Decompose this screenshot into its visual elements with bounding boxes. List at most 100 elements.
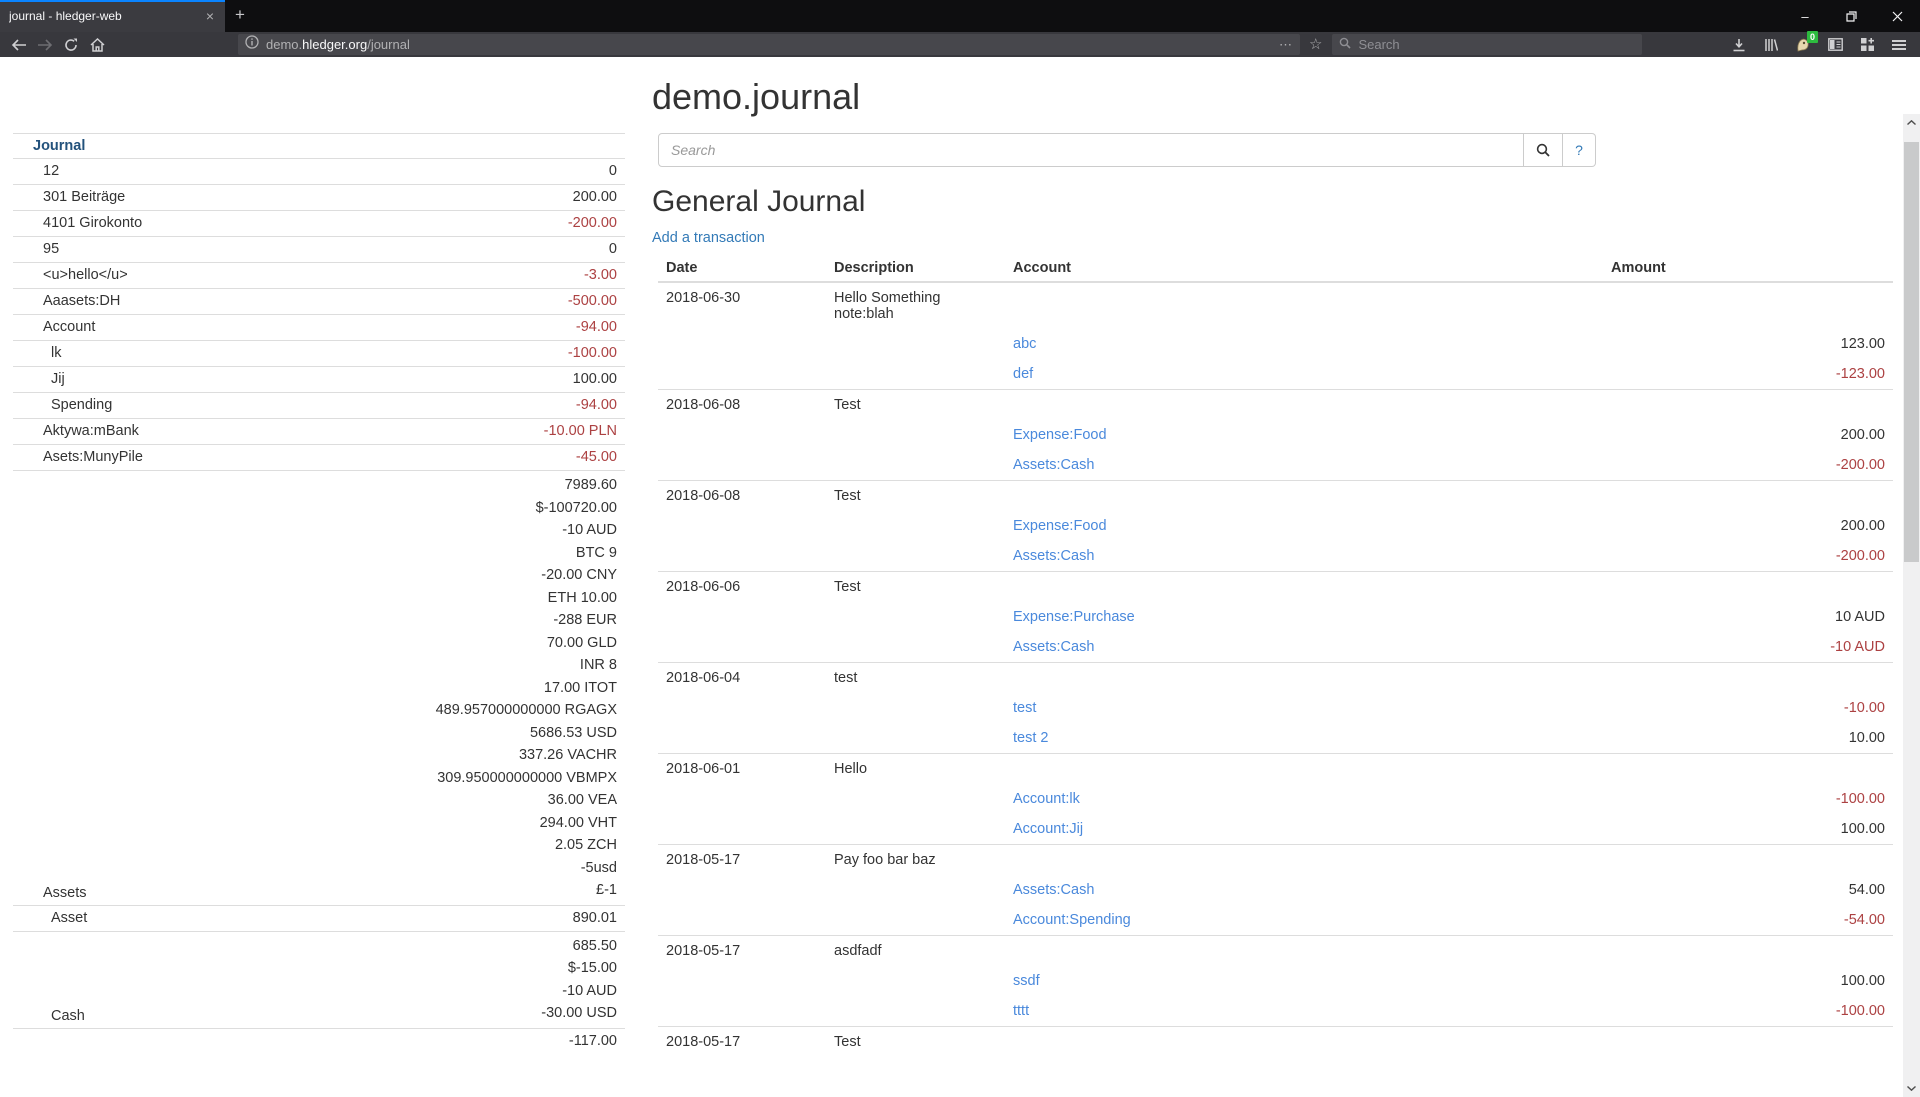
posting-amount: 100.00 — [1603, 814, 1893, 845]
page-actions-icon[interactable]: ⋯ — [1279, 37, 1293, 53]
posting-account-link[interactable]: Assets:Cash — [1013, 882, 1094, 898]
sidebar-account-row: Aaasets:DH-500.00 — [13, 288, 625, 314]
library-icon[interactable] — [1760, 34, 1782, 56]
screenshots-grid-icon[interactable] — [1856, 34, 1878, 56]
posting-amount: -100.00 — [1603, 784, 1893, 814]
balance-amount-line: 70.00 GLD — [436, 632, 617, 655]
home-icon[interactable] — [84, 34, 110, 56]
window-minimize-button[interactable]: – — [1782, 0, 1828, 32]
sidebar-account-balance: -45.00 — [576, 449, 617, 466]
sidebar-account-row: Assets7989.60$-100720.00-10 AUDBTC 9-20.… — [13, 470, 625, 905]
transaction-account-cell — [1005, 663, 1603, 694]
sidebar-account-name[interactable]: <u>hello</u> — [13, 267, 584, 284]
posting-account-link[interactable]: abc — [1013, 336, 1036, 352]
scrollbar-down-icon[interactable] — [1903, 1080, 1920, 1097]
scrollbar-thumb[interactable] — [1904, 142, 1919, 562]
url-domain: hledger.org — [302, 37, 367, 52]
posting-date-spacer — [658, 359, 826, 390]
balance-amount-line: -10 AUD — [436, 519, 617, 542]
posting-account-cell: test 2 — [1005, 723, 1603, 754]
bookmark-star-icon[interactable]: ☆ — [1309, 34, 1322, 55]
window-restore-button[interactable] — [1828, 0, 1874, 32]
sidebar-account-name[interactable]: Jij — [13, 371, 573, 388]
transaction-date: 2018-05-17 — [658, 936, 826, 967]
posting-row: Assets:Cash54.00 — [658, 875, 1893, 905]
sidebar-account-name[interactable]: 95 — [13, 241, 609, 258]
sidebar-account-name[interactable]: Asets:MunyPile — [13, 449, 576, 466]
browser-tab[interactable]: journal - hledger-web × — [0, 0, 225, 32]
tab-close-icon[interactable]: × — [203, 9, 217, 23]
sidebar-account-name[interactable]: Assets — [13, 885, 436, 902]
journal-search-button[interactable] — [1524, 133, 1563, 167]
transaction-amount-cell — [1603, 1027, 1893, 1058]
search-help-button[interactable]: ? — [1563, 133, 1596, 167]
journal-search-input[interactable] — [658, 133, 1524, 167]
posting-account-link[interactable]: test — [1013, 700, 1036, 716]
sidebar-account-row: lk-100.00 — [13, 340, 625, 366]
sidebar-account-name[interactable]: 12 — [13, 163, 609, 180]
transaction-description: Test — [826, 572, 1005, 603]
posting-account-cell: Account:lk — [1005, 784, 1603, 814]
sidebar-account-name[interactable]: lk — [13, 345, 568, 362]
balance-amount-line: -10 AUD — [541, 980, 617, 1003]
posting-account-link[interactable]: tttt — [1013, 1003, 1029, 1019]
transaction-row: 2018-05-17Pay foo bar baz — [658, 845, 1893, 876]
sidebar-account-balance: -94.00 — [576, 397, 617, 414]
sidebar-account-name[interactable]: Aktywa:mBank — [13, 423, 544, 440]
posting-account-link[interactable]: Account:Jij — [1013, 821, 1083, 837]
sidebar-toggle-icon[interactable] — [1824, 34, 1846, 56]
sidebar-account-balance: 200.00 — [573, 189, 617, 206]
balance-amount-line: $-100720.00 — [436, 497, 617, 520]
sidebar-account-name[interactable]: Spending — [13, 397, 576, 414]
menu-hamburger-icon[interactable] — [1888, 34, 1910, 56]
sidebar-account-name[interactable]: 4101 Girokonto — [13, 215, 568, 232]
page-title: demo.journal — [652, 77, 1893, 117]
extension-ghostery-icon[interactable]: 0 — [1792, 34, 1814, 56]
sidebar-account-balance: -10.00 PLN — [544, 423, 617, 440]
url-prefix: demo. — [266, 37, 302, 52]
window-close-button[interactable] — [1874, 0, 1920, 32]
posting-account-cell: Account:Jij — [1005, 814, 1603, 845]
balance-amount-line: 2.05 ZCH — [436, 834, 617, 857]
posting-account-link[interactable]: Account:Spending — [1013, 912, 1131, 928]
posting-account-link[interactable]: Assets:Cash — [1013, 457, 1094, 473]
sidebar-account-name[interactable]: Asset — [13, 910, 573, 927]
posting-account-link[interactable]: Expense:Food — [1013, 427, 1107, 443]
posting-account-link[interactable]: Expense:Purchase — [1013, 609, 1135, 625]
posting-row: Account:Jij 100.00 — [658, 814, 1893, 845]
posting-account-cell: Assets:Cash — [1005, 541, 1603, 572]
browser-chrome: journal - hledger-web × + – — [0, 0, 1920, 57]
sidebar-journal-link[interactable]: Journal — [33, 138, 85, 154]
sidebar-account-name[interactable]: 301 Beiträge — [13, 189, 573, 206]
posting-amount: -123.00 — [1603, 359, 1893, 390]
posting-account-link[interactable]: Assets:Cash — [1013, 639, 1094, 655]
new-tab-button[interactable]: + — [225, 0, 255, 32]
sidebar-account-name[interactable]: Aaasets:DH — [13, 293, 568, 310]
window-controls: – — [1782, 0, 1920, 32]
browser-search-field[interactable]: Search — [1332, 34, 1642, 55]
back-icon[interactable] — [6, 34, 32, 56]
posting-account-link[interactable]: ssdf — [1013, 973, 1040, 989]
sidebar-account-name[interactable]: Cash — [13, 1008, 541, 1025]
posting-account-link[interactable]: Assets:Cash — [1013, 548, 1094, 564]
transaction-date: 2018-06-01 — [658, 754, 826, 785]
sidebar-account-row: 4101 Girokonto-200.00 — [13, 210, 625, 236]
add-transaction-link[interactable]: Add a transaction — [652, 230, 765, 246]
page-scrollbar[interactable] — [1903, 114, 1920, 1097]
posting-account-link[interactable]: test 2 — [1013, 730, 1048, 746]
downloads-icon[interactable] — [1728, 34, 1750, 56]
reload-icon[interactable] — [58, 34, 84, 56]
posting-account-link[interactable]: Expense:Food — [1013, 518, 1107, 534]
posting-description-spacer — [826, 966, 1005, 996]
posting-account-link[interactable]: def — [1013, 366, 1033, 382]
sidebar-account-row: Account-94.00 — [13, 314, 625, 340]
posting-description-spacer — [826, 450, 1005, 481]
posting-account-link[interactable]: Account:lk — [1013, 791, 1080, 807]
transaction-date: 2018-05-17 — [658, 1027, 826, 1058]
forward-icon[interactable] — [32, 34, 58, 56]
sidebar-account-name[interactable]: Account — [13, 319, 576, 336]
scrollbar-up-icon[interactable] — [1903, 114, 1920, 131]
url-bar[interactable]: demo.hledger.org/journal ⋯ — [238, 34, 1300, 55]
site-info-icon[interactable] — [245, 35, 259, 54]
transaction-account-cell — [1005, 1027, 1603, 1058]
